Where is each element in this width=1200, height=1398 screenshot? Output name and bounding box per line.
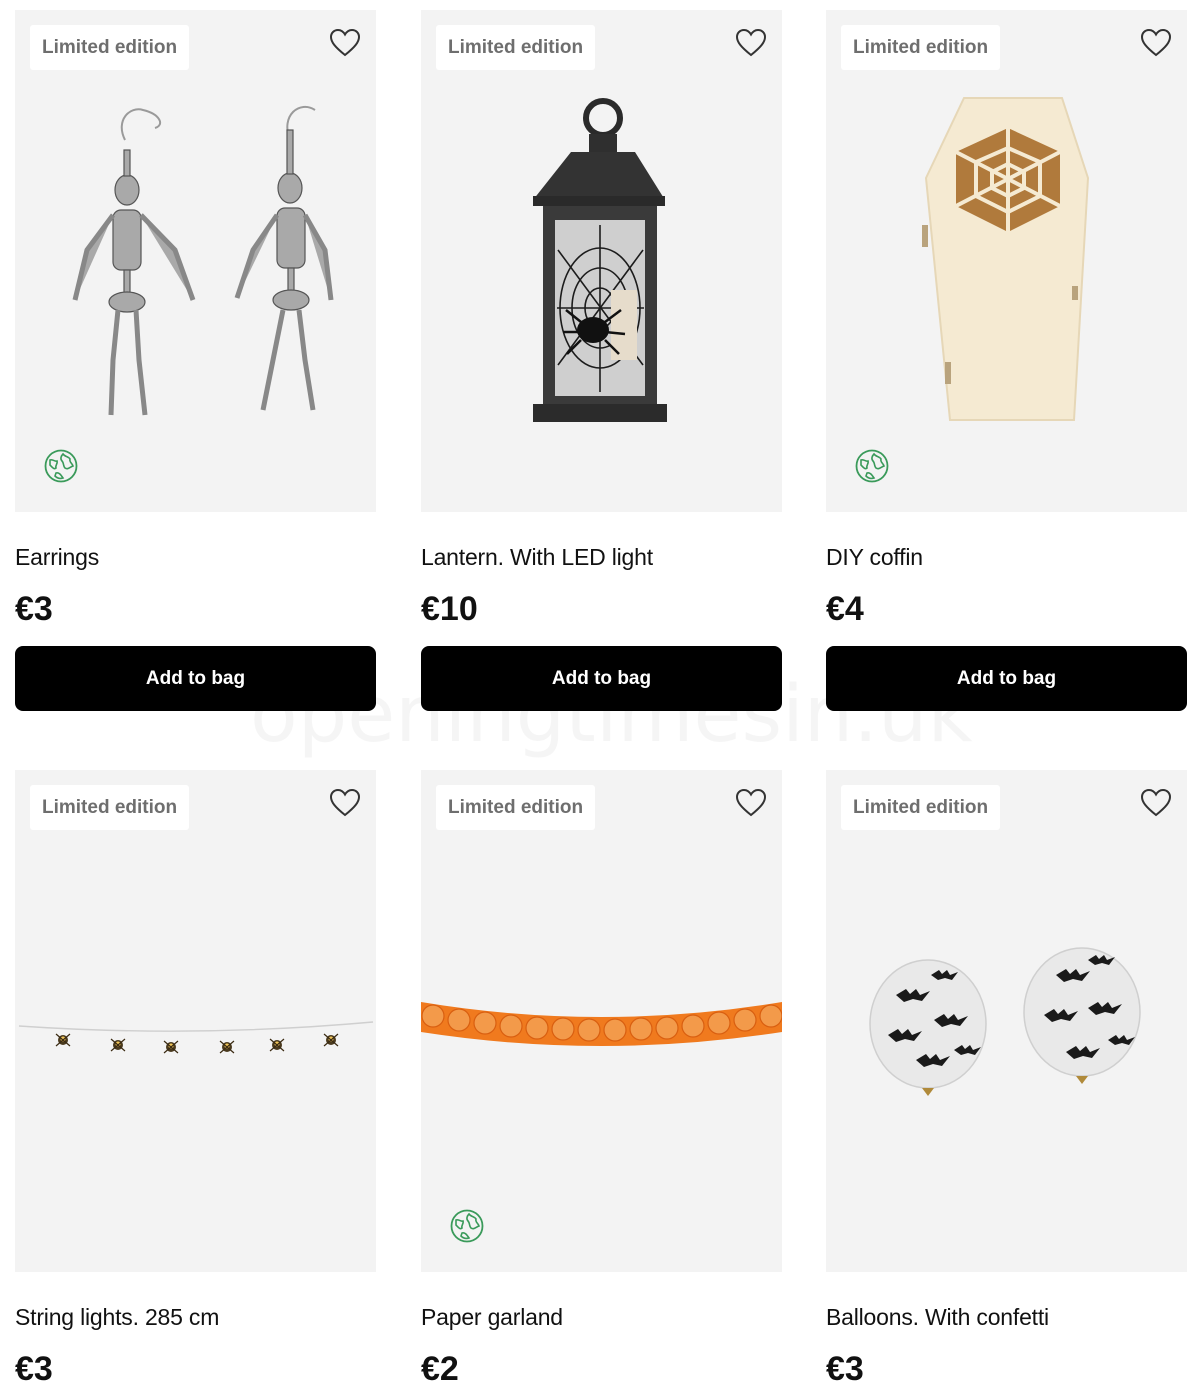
add-to-bag-button[interactable]: Add to bag [15, 646, 376, 711]
limited-edition-badge: Limited edition [30, 785, 190, 830]
product-name[interactable]: Lantern. With LED light [421, 544, 653, 571]
product-price: €4 [826, 590, 864, 628]
limited-edition-badge: Limited edition [841, 785, 1001, 830]
product-image-box[interactable]: Limited edition [826, 10, 1187, 512]
heart-icon[interactable] [1140, 28, 1172, 58]
product-image-box[interactable]: Limited edition [421, 770, 782, 1272]
product-price: €2 [421, 1350, 459, 1388]
product-price: €10 [421, 590, 478, 628]
pumpkin-garland-image [421, 1002, 782, 1046]
product-image-box[interactable]: Limited edition [421, 10, 782, 512]
product-price: €3 [826, 1350, 864, 1388]
product-name[interactable]: String lights. 285 cm [15, 1304, 219, 1331]
heart-icon[interactable] [329, 788, 361, 818]
diy-coffin-image [922, 97, 1090, 421]
lantern-image [533, 98, 667, 422]
heart-icon[interactable] [329, 28, 361, 58]
heart-icon[interactable] [1140, 788, 1172, 818]
globe-leaf-icon [449, 1208, 485, 1244]
product-price: €3 [15, 590, 53, 628]
product-price: €3 [15, 1350, 53, 1388]
product-name[interactable]: Earrings [15, 544, 99, 571]
add-to-bag-button[interactable]: Add to bag [421, 646, 782, 711]
globe-leaf-icon [854, 448, 890, 484]
product-image-box[interactable]: Limited edition [826, 770, 1187, 1272]
confetti-balloons-image [869, 947, 1141, 1096]
product-name[interactable]: DIY coffin [826, 544, 923, 571]
product-name[interactable]: Balloons. With confetti [826, 1304, 1049, 1331]
skeleton-earrings-image [72, 105, 334, 416]
limited-edition-badge: Limited edition [436, 785, 596, 830]
product-image-box[interactable]: Limited edition [15, 770, 376, 1272]
limited-edition-badge: Limited edition [30, 25, 190, 70]
product-image-box[interactable]: Limited edition [15, 10, 376, 512]
limited-edition-badge: Limited edition [436, 25, 596, 70]
heart-icon[interactable] [735, 788, 767, 818]
heart-icon[interactable] [735, 28, 767, 58]
spider-string-lights-image [18, 1021, 374, 1054]
globe-leaf-icon [43, 448, 79, 484]
product-name[interactable]: Paper garland [421, 1304, 563, 1331]
add-to-bag-button[interactable]: Add to bag [826, 646, 1187, 711]
limited-edition-badge: Limited edition [841, 25, 1001, 70]
